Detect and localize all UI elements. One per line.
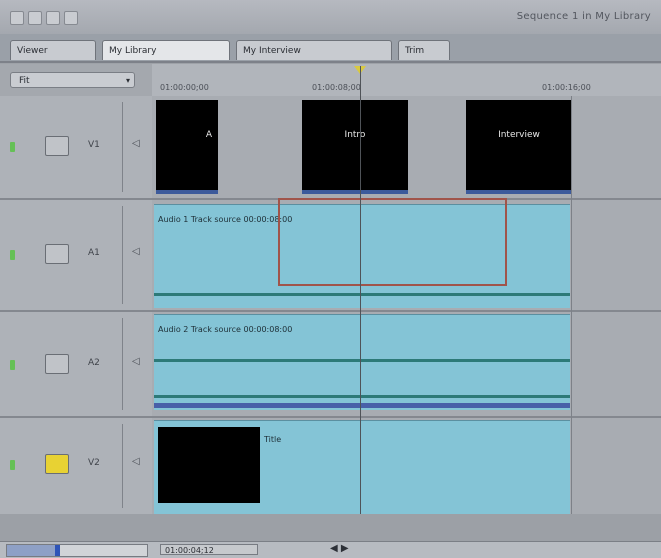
tab-label: My Interview bbox=[243, 46, 301, 56]
timecode-field[interactable]: 01:00:04;12 bbox=[160, 544, 258, 555]
audio-level-line[interactable] bbox=[154, 359, 570, 362]
video-clip[interactable]: A bbox=[156, 100, 218, 194]
speaker-icon[interactable]: ◁ bbox=[132, 356, 140, 367]
close-window-button[interactable] bbox=[10, 11, 24, 25]
track-label: A2 bbox=[88, 358, 100, 368]
tab-label: Viewer bbox=[17, 46, 48, 56]
track-lock-indicator[interactable] bbox=[10, 142, 15, 152]
status-bar: 01:00:04;12 ◀ ▶ bbox=[0, 541, 661, 558]
clip-link-band bbox=[154, 403, 570, 408]
minimize-window-button[interactable] bbox=[28, 11, 42, 25]
track-enable-checkbox[interactable] bbox=[45, 454, 69, 474]
track-header-v1: V1 ◁ bbox=[0, 96, 152, 200]
tab-label: My Library bbox=[109, 46, 157, 56]
header-divider bbox=[122, 318, 123, 410]
chevron-down-icon: ▾ bbox=[125, 76, 130, 85]
zoom-slider-knob[interactable] bbox=[55, 545, 60, 556]
header-divider bbox=[122, 424, 123, 508]
tab-viewer[interactable]: Viewer bbox=[10, 40, 96, 60]
window-title: Sequence 1 in My Library bbox=[516, 11, 651, 22]
clip-name: Audio 2 Track source 00:00:08:00 bbox=[158, 325, 293, 334]
clip-name: A bbox=[205, 130, 212, 140]
ruler-timecode: 01:00:16;00 bbox=[542, 83, 591, 92]
track-lock-indicator[interactable] bbox=[10, 250, 15, 260]
track-row-a2: Audio 2 Track source 00:00:08:00 bbox=[152, 312, 661, 418]
tab-my-library[interactable]: My Library bbox=[102, 40, 230, 60]
clip-name: Title bbox=[264, 435, 282, 444]
title-clip[interactable]: Title bbox=[154, 420, 570, 514]
track-label: V1 bbox=[88, 140, 100, 150]
playhead-line[interactable] bbox=[360, 66, 361, 514]
ruler-timecode: 01:00:08;00 bbox=[312, 83, 361, 92]
zoom-window-button[interactable] bbox=[46, 11, 60, 25]
track-lock-indicator[interactable] bbox=[10, 460, 15, 470]
track-label: A1 bbox=[88, 248, 100, 258]
timeline-area[interactable]: A Intro Interview Audio 1 Track source 0… bbox=[152, 96, 661, 514]
track-lock-indicator[interactable] bbox=[10, 360, 15, 370]
clip-name: Interview bbox=[498, 130, 540, 140]
track-header-a1: A1 ◁ bbox=[0, 200, 152, 312]
ruler-timecode: 01:00:00;00 bbox=[160, 83, 209, 92]
header-divider bbox=[122, 206, 123, 304]
expand-window-button[interactable] bbox=[64, 11, 78, 25]
video-clip[interactable]: Intro bbox=[302, 100, 408, 194]
selection-rectangle bbox=[278, 198, 507, 286]
zoom-select[interactable]: Fit ▾ bbox=[10, 72, 135, 88]
tab-trim[interactable]: Trim bbox=[398, 40, 450, 60]
tab-label: Trim bbox=[405, 46, 425, 56]
tab-underline bbox=[0, 61, 661, 63]
audio-level-line[interactable] bbox=[154, 293, 570, 296]
zoom-slider[interactable] bbox=[6, 544, 148, 557]
zoom-select-value: Fit bbox=[19, 76, 30, 86]
track-headers: V1 ◁ A1 ◁ A2 ◁ V2 ◁ bbox=[0, 96, 152, 514]
audio-clip[interactable]: Audio 2 Track source 00:00:08:00 bbox=[154, 314, 570, 410]
track-enable-checkbox[interactable] bbox=[45, 244, 69, 264]
clip-name: Intro bbox=[344, 130, 366, 140]
window-titlebar: Sequence 1 in My Library bbox=[0, 0, 661, 34]
tab-bar: Viewer My Library My Interview Trim bbox=[0, 34, 661, 62]
zoom-slider-fill bbox=[7, 545, 55, 556]
timecode-ruler[interactable]: 01:00:00;00 01:00:08;00 01:00:16;00 bbox=[152, 64, 661, 97]
track-enable-checkbox[interactable] bbox=[45, 354, 69, 374]
track-row-v1: A Intro Interview bbox=[152, 96, 661, 200]
track-header-a2: A2 ◁ bbox=[0, 312, 152, 418]
timeline-end-divider bbox=[571, 96, 572, 514]
track-header-v2: V2 ◁ bbox=[0, 418, 152, 514]
clip-name: Audio 1 Track source 00:00:08:00 bbox=[158, 215, 293, 224]
speaker-icon[interactable]: ◁ bbox=[132, 456, 140, 467]
speaker-icon[interactable]: ◁ bbox=[132, 138, 140, 149]
video-clip[interactable]: Interview bbox=[466, 100, 572, 194]
title-clip-thumbnail bbox=[158, 427, 260, 503]
audio-level-line[interactable] bbox=[154, 395, 570, 398]
nav-arrows-icon[interactable]: ◀ ▶ bbox=[330, 543, 349, 554]
track-label: V2 bbox=[88, 458, 100, 468]
tab-my-interview[interactable]: My Interview bbox=[236, 40, 392, 60]
header-divider bbox=[122, 102, 123, 192]
track-row-v2: Title bbox=[152, 418, 661, 514]
track-enable-checkbox[interactable] bbox=[45, 136, 69, 156]
speaker-icon[interactable]: ◁ bbox=[132, 246, 140, 257]
